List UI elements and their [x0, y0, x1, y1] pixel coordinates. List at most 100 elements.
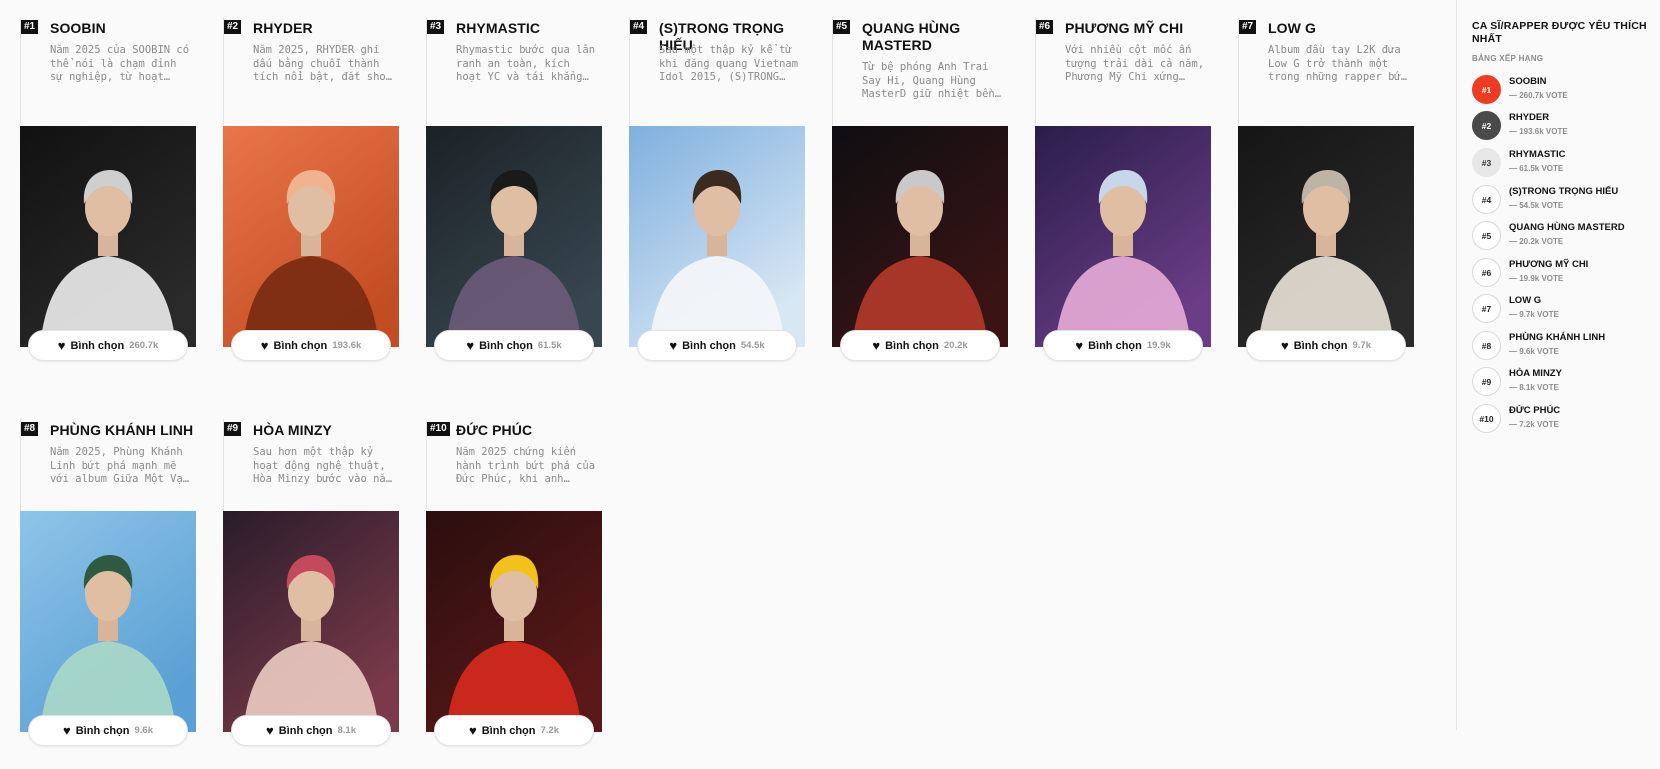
vote-count: 7.2k: [540, 725, 560, 736]
heart-icon: ♥: [1281, 338, 1289, 353]
card-header: #4 (S)TRONG TRỌNG HIẾU Sau một thập kỷ k…: [629, 17, 805, 125]
portrait-graphic: [223, 511, 399, 732]
vote-button[interactable]: ♥ Bình chọn 7.2k: [434, 715, 594, 746]
artist-photo[interactable]: [426, 511, 602, 732]
ranking-item[interactable]: #7 LOW G — 9.7k VOTE: [1472, 294, 1657, 324]
artist-description: Sau một thập kỷ kể từ khi đăng quang Vie…: [659, 44, 799, 83]
ranking-item[interactable]: #1 SOOBIN — 260.7k VOTE: [1472, 75, 1657, 105]
ranking-badge: #10: [1472, 404, 1501, 433]
ranking-badge: #5: [1472, 221, 1501, 250]
vote-count: 54.5k: [740, 340, 765, 351]
heart-icon: ♥: [466, 338, 475, 353]
vote-label: Bình chọn: [481, 724, 536, 737]
ranking-item[interactable]: #4 (S)TRONG TRỌNG HIẾU — 54.5k VOTE: [1472, 185, 1657, 215]
artist-card: #10 ĐỨC PHÚC Năm 2025 chứng kiến hành tr…: [426, 419, 602, 746]
artist-photo[interactable]: [426, 126, 602, 347]
ranking-votes: — 61.5k VOTE: [1509, 164, 1564, 173]
artist-description: Năm 2025, Phùng Khánh Linh bứt phá mạnh …: [50, 446, 190, 485]
artist-photo[interactable]: [629, 126, 805, 347]
ranking-item[interactable]: #9 HÒA MINZY — 8.1k VOTE: [1472, 367, 1657, 397]
rank-badge: #8: [21, 422, 39, 436]
artist-description: Từ bệ phóng Anh Trai Say Hi, Quang Hùng …: [862, 61, 995, 100]
artist-photo[interactable]: [1035, 126, 1211, 347]
vote-button[interactable]: ♥ Bình chọn 54.5k: [637, 330, 797, 361]
vote-button[interactable]: ♥ Bình chọn 19.9k: [1043, 330, 1203, 361]
ranking-badge: #3: [1472, 148, 1501, 177]
ranking-item[interactable]: #2 RHYDER — 193.6k VOTE: [1472, 111, 1657, 141]
artist-name[interactable]: RHYDER: [253, 20, 403, 37]
portrait-graphic: [832, 126, 1008, 347]
ranking-item[interactable]: #3 RHYMASTIC — 61.5k VOTE: [1472, 148, 1657, 178]
heart-icon: ♥: [469, 723, 477, 738]
rank-badge: #1: [21, 20, 39, 34]
rank-badge: #3: [427, 20, 445, 34]
ranking-title: CA SĨ/RAPPER ĐƯỢC YÊU THÍCH NHẤT: [1472, 20, 1647, 45]
ranking-subtitle: BẢNG XẾP HẠNG: [1472, 54, 1544, 63]
vote-count: 61.5k: [537, 340, 562, 351]
vote-count: 193.6k: [332, 340, 362, 351]
vote-button[interactable]: ♥ Bình chọn 193.6k: [231, 330, 391, 361]
vote-label: Bình chọn: [1088, 339, 1142, 352]
ranking-badge: #6: [1472, 258, 1501, 287]
artist-description: Rhymastic bước qua lằn ranh an toàn, kíc…: [456, 44, 596, 83]
artist-photo[interactable]: [223, 126, 399, 347]
vote-button[interactable]: ♥ Bình chọn 9.7k: [1246, 330, 1406, 361]
artist-card: #4 (S)TRONG TRỌNG HIẾU Sau một thập kỷ k…: [629, 17, 805, 361]
vote-button[interactable]: ♥ Bình chọn 61.5k: [434, 330, 594, 361]
ranking-badge: #8: [1472, 331, 1501, 360]
artist-description: Với nhiều cột mốc ấn tượng trải dài cả n…: [1065, 44, 1205, 83]
artist-name[interactable]: PHƯƠNG MỸ CHI: [1065, 20, 1215, 37]
vote-label: Bình chọn: [75, 724, 130, 737]
vote-button[interactable]: ♥ Bình chọn 8.1k: [231, 715, 391, 746]
heart-icon: ♥: [1075, 338, 1084, 353]
ranking-votes: — 19.9k VOTE: [1509, 274, 1564, 283]
ranking-sidebar: CA SĨ/RAPPER ĐƯỢC YÊU THÍCH NHẤT BẢNG XẾ…: [1456, 0, 1660, 730]
ranking-item[interactable]: #6 PHƯƠNG MỸ CHI — 19.9k VOTE: [1472, 258, 1657, 288]
artist-name[interactable]: LOW G: [1268, 20, 1418, 37]
rank-badge: #10: [427, 422, 450, 436]
card-header: #6 PHƯƠNG MỸ CHI Với nhiều cột mốc ấn tư…: [1035, 17, 1211, 125]
vote-label: Bình chọn: [278, 724, 333, 737]
ranking-name: (S)TRONG TRỌNG HIẾU: [1509, 186, 1619, 197]
artist-photo[interactable]: [1238, 126, 1414, 347]
ranking-votes: — 7.2k VOTE: [1509, 420, 1559, 429]
artist-name[interactable]: SOOBIN: [50, 20, 200, 37]
card-header: #7 LOW G Album đầu tay L2K đưa Low G trở…: [1238, 17, 1414, 125]
artist-name[interactable]: RHYMASTIC: [456, 20, 606, 37]
card-header: #1 SOOBIN Năm 2025 của SOOBIN có thể nói…: [20, 17, 196, 125]
portrait-graphic: [1035, 126, 1211, 347]
artist-photo[interactable]: [223, 511, 399, 732]
artist-photo[interactable]: [20, 126, 196, 347]
ranking-badge: #2: [1472, 111, 1501, 140]
vote-label: Bình chọn: [479, 339, 533, 352]
card-header: #9 HÒA MINZY Sau hơn một thập kỷ hoạt độ…: [223, 419, 399, 511]
artist-card: #7 LOW G Album đầu tay L2K đưa Low G trở…: [1238, 17, 1414, 361]
vote-button[interactable]: ♥ Bình chọn 260.7k: [28, 330, 188, 361]
vote-label: Bình chọn: [273, 339, 328, 352]
ranking-name: HÒA MINZY: [1509, 368, 1562, 379]
vote-count: 8.1k: [337, 725, 357, 736]
artist-card: #9 HÒA MINZY Sau hơn một thập kỷ hoạt độ…: [223, 419, 399, 746]
heart-icon: ♥: [63, 723, 71, 738]
portrait-graphic: [629, 126, 805, 347]
artist-name[interactable]: ĐỨC PHÚC: [456, 422, 606, 439]
artist-name[interactable]: PHÙNG KHÁNH LINH: [50, 422, 200, 439]
artist-card: #5 QUANG HÙNG MASTERD Từ bệ phóng Anh Tr…: [832, 17, 1008, 361]
rank-badge: #5: [833, 20, 851, 34]
vote-count: 260.7k: [129, 340, 159, 351]
ranking-badge: #1: [1472, 75, 1501, 104]
artist-description: Album đầu tay L2K đưa Low G trở thành mộ…: [1268, 44, 1408, 83]
artist-name[interactable]: QUANG HÙNG MASTERD: [862, 20, 1012, 54]
artist-photo[interactable]: [832, 126, 1008, 347]
ranking-item[interactable]: #10 ĐỨC PHÚC — 7.2k VOTE: [1472, 404, 1657, 434]
vote-button[interactable]: ♥ Bình chọn 9.6k: [28, 715, 188, 746]
vote-button[interactable]: ♥ Bình chọn 20.2k: [840, 330, 1000, 361]
heart-icon: ♥: [669, 338, 678, 353]
ranking-item[interactable]: #8 PHÙNG KHÁNH LINH — 9.6k VOTE: [1472, 331, 1657, 361]
artist-photo[interactable]: [20, 511, 196, 732]
ranking-item[interactable]: #5 QUANG HÙNG MASTERD — 20.2k VOTE: [1472, 221, 1657, 251]
artist-name[interactable]: HÒA MINZY: [253, 422, 403, 439]
heart-icon: ♥: [266, 723, 274, 738]
vote-count: 9.7k: [1352, 340, 1372, 351]
ranking-name: QUANG HÙNG MASTERD: [1509, 222, 1625, 233]
